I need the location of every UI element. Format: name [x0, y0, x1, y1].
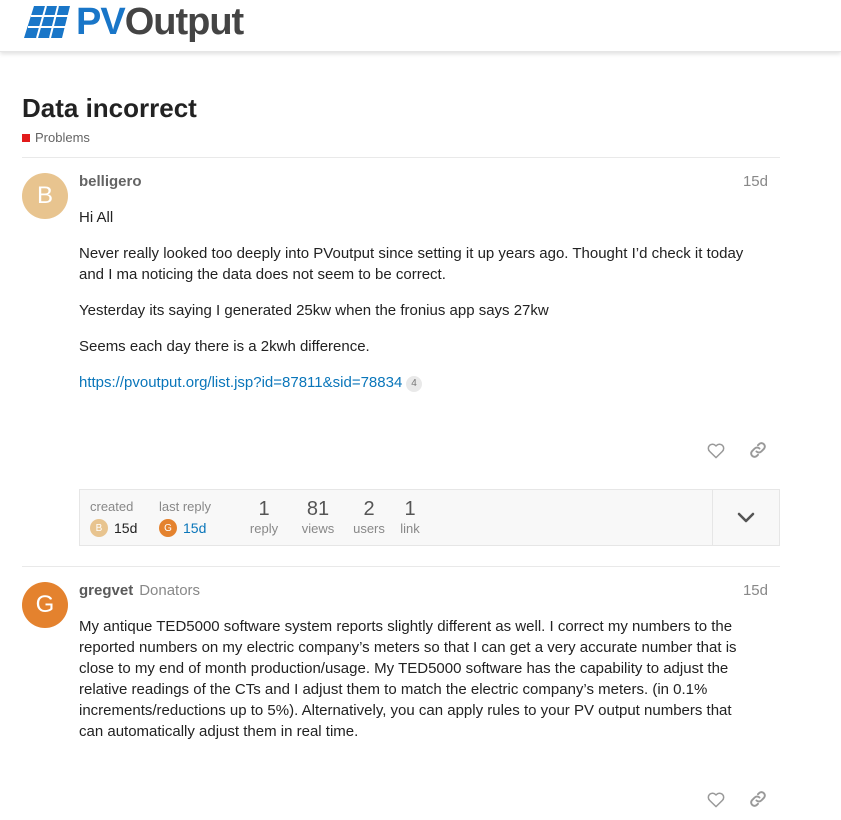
heart-icon	[707, 442, 725, 458]
external-link[interactable]: https://pvoutput.org/list.jsp?id=87811&s…	[79, 374, 402, 391]
share-link-button[interactable]	[748, 789, 768, 809]
created-label: created	[90, 499, 134, 514]
username[interactable]: belligero	[79, 173, 142, 190]
share-link-button[interactable]	[748, 440, 768, 460]
stat-number: 2	[363, 498, 375, 520]
link-icon	[750, 791, 766, 807]
last-reply-label: last reply	[159, 499, 212, 514]
stat-number: 1	[404, 498, 416, 520]
created-date: 15d	[114, 520, 138, 536]
category-badge[interactable]: Problems	[22, 130, 780, 145]
last-reply-block: last reply G 15d	[159, 490, 229, 545]
post-paragraph: Hi All	[79, 209, 114, 226]
post-paragraph: Never really looked too deeply into PVou…	[79, 245, 744, 283]
post-paragraph: Yesterday its saying I generated 25kw wh…	[79, 302, 549, 319]
post-date[interactable]: 15d	[743, 173, 768, 190]
post-body: My antique TED5000 software system repor…	[79, 616, 759, 757]
topic-map: created B 15d last reply G 15d 1 reply 8…	[79, 489, 780, 546]
stat-number: 81	[306, 498, 330, 520]
category-color-square	[22, 133, 30, 142]
avatar[interactable]: G	[22, 582, 68, 628]
solar-panel-icon	[24, 5, 70, 39]
heart-icon	[707, 791, 725, 807]
stat-label: users	[353, 521, 385, 536]
post-actions	[706, 789, 768, 809]
post-paragraph: My antique TED5000 software system repor…	[79, 618, 737, 740]
expand-topic-map-button[interactable]	[712, 490, 779, 545]
post-header: gregvet Donators 15d	[79, 582, 768, 602]
post-paragraph: Seems each day there is a 2kwh differenc…	[79, 338, 370, 355]
divider	[22, 566, 780, 567]
stat-label: views	[301, 521, 335, 536]
post-2: G gregvet Donators 15d My antique TED5000…	[22, 582, 780, 820]
avatar: G	[159, 519, 177, 537]
category-name: Problems	[35, 130, 90, 145]
stat-number: 1	[258, 498, 270, 520]
link-icon	[750, 442, 766, 458]
avatar[interactable]: B	[22, 173, 68, 219]
post-body: Hi All Never really looked too deeply in…	[79, 207, 759, 408]
stat-label: link	[400, 521, 420, 536]
chevron-down-icon	[737, 512, 755, 522]
topic-title[interactable]: Data incorrect	[22, 92, 780, 124]
user-title: Donators	[139, 582, 201, 599]
like-button[interactable]	[706, 440, 726, 460]
site-header: PVOutput	[0, 0, 841, 52]
last-reply-value[interactable]: G 15d	[159, 519, 206, 537]
stat-label: reply	[249, 521, 279, 536]
like-button[interactable]	[706, 789, 726, 809]
pvoutput-logo[interactable]: PVOutput	[22, 0, 244, 44]
divider	[22, 157, 780, 158]
post-header: belligero 15d	[79, 173, 768, 193]
created-value[interactable]: B 15d	[90, 519, 137, 537]
last-reply-date: 15d	[183, 520, 207, 536]
link-click-count: 4	[406, 376, 422, 392]
topic-header: Data incorrect Problems	[22, 92, 780, 145]
logo-wordmark: PVOutput	[76, 1, 244, 43]
avatar: B	[90, 519, 108, 537]
post-1: B belligero 15d Hi All Never really look…	[22, 173, 780, 473]
post-date[interactable]: 15d	[743, 582, 768, 599]
username[interactable]: gregvet	[79, 582, 133, 599]
post-actions	[706, 440, 768, 460]
created-block: created B 15d	[90, 490, 150, 545]
